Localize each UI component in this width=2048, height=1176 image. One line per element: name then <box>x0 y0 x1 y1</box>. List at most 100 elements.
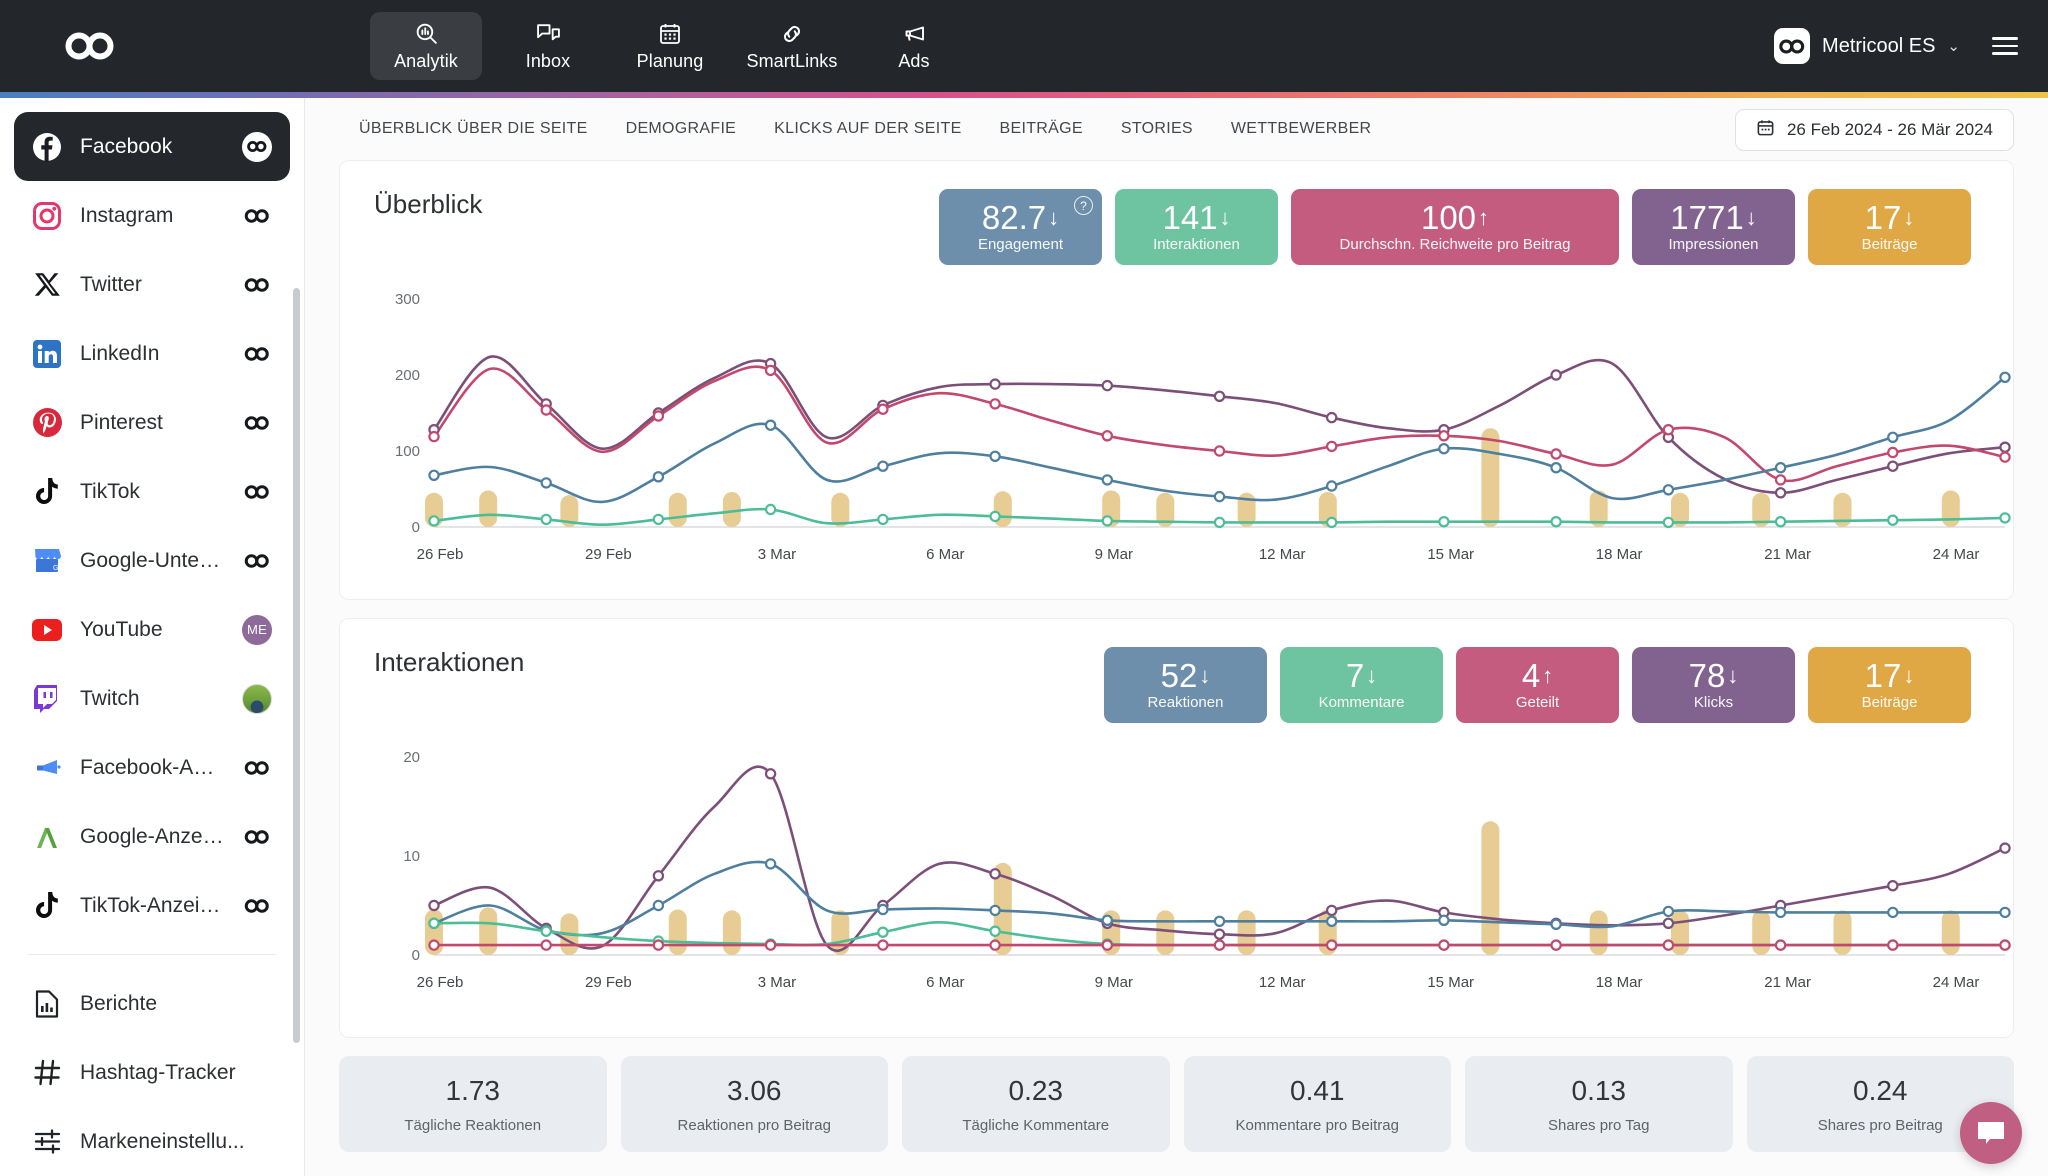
bar-posts[interactable] <box>1237 910 1256 955</box>
nav-item-inbox[interactable]: Inbox <box>492 12 604 80</box>
data-point-marker[interactable] <box>1326 440 1338 453</box>
data-point-marker[interactable] <box>764 858 777 870</box>
data-point-marker[interactable] <box>1774 939 1787 951</box>
data-point-marker[interactable] <box>1213 928 1226 940</box>
data-point-marker[interactable] <box>1550 939 1562 951</box>
data-point-marker[interactable] <box>764 768 777 780</box>
data-point-marker[interactable] <box>989 450 1001 462</box>
account-selector[interactable]: Metricool ES ⌄ <box>1774 28 1960 64</box>
sidebar-item-twitter[interactable]: Twitter <box>14 250 290 319</box>
data-point-marker[interactable] <box>652 410 665 422</box>
kpi-card-kommentare[interactable]: 7 ↓ Kommentare <box>1280 647 1443 723</box>
data-point-marker[interactable] <box>1999 441 2011 453</box>
data-point-marker[interactable] <box>1101 474 1114 486</box>
bar-posts[interactable] <box>1481 821 1500 955</box>
data-point-marker[interactable] <box>1438 430 1450 442</box>
data-point-marker[interactable] <box>1662 939 1675 951</box>
tab-wettbewerber[interactable]: WETTBEWERBER <box>1231 120 1372 138</box>
bar-posts[interactable] <box>479 490 498 528</box>
data-point-marker[interactable] <box>989 378 1001 390</box>
kpi-card-beitr-ge[interactable]: 17 ↓ Beiträge <box>1808 189 1971 265</box>
data-point-marker[interactable] <box>1213 445 1226 457</box>
overview-chart[interactable]: 0 100 200 300 26 Feb 29 Feb 3 Mar 6 Mar 9 Mar 12 … <box>374 281 2011 586</box>
sidebar-item-tiktok-anzeigen[interactable]: TikTok-Anzeigen <box>14 871 290 940</box>
data-point-marker[interactable] <box>1213 516 1226 529</box>
data-point-marker[interactable] <box>877 903 889 916</box>
hamburger-menu-icon[interactable] <box>1986 31 2024 61</box>
sidebar-item-instagram[interactable]: Instagram <box>14 181 290 250</box>
sidebar-item-linkedin[interactable]: LinkedIn <box>14 319 290 388</box>
data-point-marker[interactable] <box>764 419 777 431</box>
data-point-marker[interactable] <box>1101 939 1114 951</box>
sidebar-tool-berichte[interactable]: Berichte <box>14 969 290 1038</box>
data-point-marker[interactable] <box>1999 842 2011 854</box>
data-point-marker[interactable] <box>989 939 1001 951</box>
bar-posts[interactable] <box>1156 910 1175 955</box>
data-point-marker[interactable] <box>428 917 440 929</box>
data-point-marker[interactable] <box>540 477 552 489</box>
data-point-marker[interactable] <box>1662 516 1675 529</box>
data-point-marker[interactable] <box>989 868 1001 880</box>
nav-item-analytik[interactable]: Analytik <box>370 12 482 80</box>
sidebar-item-facebook[interactable]: Facebook <box>14 112 290 181</box>
data-point-marker[interactable] <box>1326 411 1338 424</box>
data-point-marker[interactable] <box>1774 487 1787 499</box>
data-point-marker[interactable] <box>1887 939 1899 951</box>
data-point-marker[interactable] <box>1999 939 2011 951</box>
data-point-marker[interactable] <box>1887 460 1899 472</box>
data-point-marker[interactable] <box>877 460 889 472</box>
kpi-card-interaktionen[interactable]: 141 ↓ Interaktionen <box>1115 189 1278 265</box>
data-point-marker[interactable] <box>1101 914 1114 926</box>
sidebar-item-tiktok[interactable]: TikTok <box>14 457 290 526</box>
kpi-card-impressionen[interactable]: 1771 ↓ Impressionen <box>1632 189 1795 265</box>
interactions-chart[interactable]: 0 10 20 26 Feb 29 Feb 3 Mar 6 Mar 9 Mar 12 Mar 15… <box>374 739 2011 1014</box>
data-point-marker[interactable] <box>1999 371 2011 384</box>
bar-posts[interactable] <box>668 909 687 956</box>
sidebar-item-facebook-anzei[interactable]: Facebook-Anzei... <box>14 733 290 802</box>
data-point-marker[interactable] <box>1999 451 2011 463</box>
data-point-marker[interactable] <box>1662 423 1675 436</box>
data-point-marker[interactable] <box>1550 461 1562 474</box>
data-point-marker[interactable] <box>764 364 777 377</box>
data-point-marker[interactable] <box>652 870 665 882</box>
brand-logo[interactable] <box>0 32 180 60</box>
data-point-marker[interactable] <box>989 398 1001 410</box>
data-point-marker[interactable] <box>1326 915 1338 927</box>
bar-posts[interactable] <box>1941 490 1960 528</box>
tab-klicks-auf-der-seite[interactable]: KLICKS AUF DER SEITE <box>774 120 961 138</box>
data-point-marker[interactable] <box>1101 515 1114 527</box>
data-point-marker[interactable] <box>652 939 665 951</box>
data-point-marker[interactable] <box>764 939 777 951</box>
data-point-marker[interactable] <box>1887 431 1899 443</box>
tab-beitr-ge[interactable]: BEITRÄGE <box>1000 120 1083 138</box>
data-point-marker[interactable] <box>1213 915 1226 927</box>
data-point-marker[interactable] <box>1438 914 1450 926</box>
sidebar-scrollbar[interactable] <box>293 288 300 1043</box>
nav-item-smartlinks[interactable]: SmartLinks <box>736 12 848 80</box>
kpi-card-reaktionen[interactable]: 52 ↓ Reaktionen <box>1104 647 1267 723</box>
data-point-marker[interactable] <box>989 904 1001 917</box>
data-point-marker[interactable] <box>1550 369 1562 381</box>
sidebar-item-google-unterne[interactable]: G Google-Unterne... <box>14 526 290 595</box>
data-point-marker[interactable] <box>1550 918 1562 930</box>
kpi-card-klicks[interactable]: 78 ↓ Klicks <box>1632 647 1795 723</box>
data-point-marker[interactable] <box>540 939 552 951</box>
sidebar-item-twitch[interactable]: Twitch <box>14 664 290 733</box>
data-point-marker[interactable] <box>1213 390 1226 403</box>
data-point-marker[interactable] <box>1326 480 1338 492</box>
data-point-marker[interactable] <box>1774 461 1787 474</box>
data-point-marker[interactable] <box>1550 448 1562 460</box>
data-point-marker[interactable] <box>989 510 1001 523</box>
help-icon[interactable]: ? <box>1074 196 1093 215</box>
data-point-marker[interactable] <box>652 899 665 912</box>
sidebar-tool-markeneinstellu[interactable]: Markeneinstellu... <box>14 1107 290 1176</box>
data-point-marker[interactable] <box>877 926 889 938</box>
data-point-marker[interactable] <box>1774 474 1787 486</box>
data-point-marker[interactable] <box>1662 905 1675 918</box>
bar-posts[interactable] <box>722 910 741 955</box>
sidebar-item-pinterest[interactable]: Pinterest <box>14 388 290 457</box>
sidebar-item-google-anzeigen[interactable]: Google-Anzeigen <box>14 802 290 871</box>
data-point-marker[interactable] <box>428 469 440 481</box>
bar-posts[interactable] <box>668 492 687 527</box>
data-point-marker[interactable] <box>1999 906 2011 919</box>
